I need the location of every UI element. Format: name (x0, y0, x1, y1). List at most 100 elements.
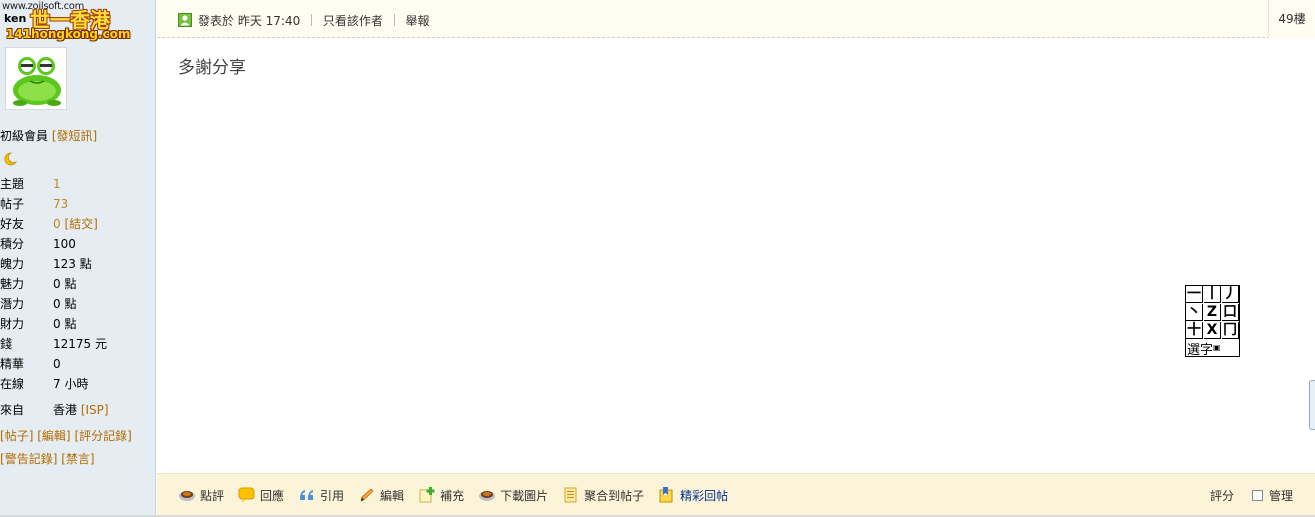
stat-value: 0 點 (53, 317, 77, 331)
username[interactable]: ken (4, 12, 26, 25)
coffee-icon (478, 487, 496, 503)
ime-stroke-grid: 一丨丿丶Z口十X冂 (1186, 286, 1239, 339)
user-sidebar: www.zoilsoft.com ken 世一香港 141hongkong.co… (0, 0, 156, 517)
action-8-button[interactable]: 精彩回帖 (658, 487, 728, 504)
stat-value: 0 點 (53, 297, 77, 311)
ime-stroke-key[interactable]: 丶 (1186, 304, 1203, 321)
coffee-icon (178, 487, 196, 503)
ime-stroke-key[interactable]: 丨 (1204, 286, 1221, 303)
stat-label: 積分 (0, 237, 25, 251)
ime-select-label[interactable]: 選字▣ (1187, 339, 1221, 359)
profile-link[interactable]: 評分記錄 (79, 429, 127, 443)
action-1-button[interactable]: 點評 (178, 487, 224, 504)
action-label: 回應 (260, 488, 285, 503)
stat-value: 100 (53, 237, 76, 251)
manage-checkbox[interactable] (1251, 490, 1263, 501)
stat-row: 魅力 0 點 (0, 274, 156, 294)
profile-links-row2: [警告記錄] [禁言] (0, 452, 95, 466)
stat-label: 潛力 (0, 297, 25, 311)
moon-icon (4, 152, 17, 166)
stat-row: 魄力 123 點 (0, 254, 156, 274)
profile-link[interactable]: 編輯 (42, 429, 66, 443)
action-5-button[interactable]: 補充 (418, 487, 464, 504)
action-label: 補充 (440, 488, 465, 503)
stat-label: 精華 (0, 357, 25, 371)
report-link[interactable]: 舉報 (406, 14, 430, 28)
stat-value: 123 點 (53, 257, 92, 271)
profile-link[interactable]: 禁言 (66, 452, 90, 466)
action-list: 點評 回應 引用 編輯 補充 下載圖片 聚合到帖子 精彩回帖 (178, 486, 742, 504)
stat-value: 香港 [ISP] (53, 403, 109, 417)
avatar[interactable] (5, 47, 67, 110)
stat-label: 魄力 (0, 257, 25, 271)
stat-row: 精華 0 (0, 354, 156, 374)
rate-button[interactable]: 評分 (1210, 487, 1234, 504)
ime-stroke-key[interactable]: Z (1204, 304, 1221, 321)
action-label: 聚合到帖子 (584, 488, 645, 503)
ime-stroke-key[interactable]: 十 (1186, 322, 1203, 339)
ime-stroke-key[interactable]: X (1204, 322, 1221, 339)
ime-stroke-key[interactable]: 丿 (1222, 286, 1239, 303)
ime-stroke-key[interactable]: 冂 (1222, 322, 1239, 339)
post-action-bar: 點評 回應 引用 編輯 補充 下載圖片 聚合到帖子 精彩回帖 評分 管理 (157, 473, 1315, 515)
stat-value[interactable]: 73 (53, 194, 68, 214)
action-label: 點評 (200, 488, 225, 503)
book-icon (658, 487, 676, 503)
frog-avatar-icon (13, 57, 61, 106)
stat-label: 主題 (0, 177, 25, 191)
right-actions: 評分 管理 (1210, 487, 1293, 504)
post-time: 發表於 昨天 17:40 (198, 14, 301, 28)
add-note-icon (418, 487, 436, 503)
action-label: 精彩回帖 (680, 488, 729, 503)
post-info: 發表於 昨天 17:40 只看該作者 舉報 (198, 12, 430, 29)
ime-stroke-key[interactable]: 口 (1222, 304, 1239, 321)
stat-value[interactable]: 0 [結交] (53, 214, 98, 234)
floor-number[interactable]: 49樓 (1268, 0, 1315, 38)
action-2-button[interactable]: 回應 (238, 487, 284, 504)
stat-row: 帖子 73 (0, 194, 156, 214)
action-7-button[interactable]: 聚合到帖子 (562, 487, 644, 504)
stat-extra-link[interactable]: ISP (86, 403, 104, 417)
member-rank-line: 初級會員 [發短訊] (0, 129, 98, 143)
profile-links-row1: [帖子] [編輯] [評分記錄] (0, 429, 132, 443)
action-4-button[interactable]: 編輯 (358, 487, 404, 504)
watermark-site: 141hongkong.com (6, 27, 131, 41)
stat-label: 財力 (0, 317, 25, 331)
site-watermark: www.zoilsoft.com ken 世一香港 141hongkong.co… (0, 0, 130, 44)
stat-label: 在線 (0, 377, 25, 391)
profile-link[interactable]: 警告記錄 (5, 452, 53, 466)
stat-label: 來自 (0, 403, 25, 417)
user-stats: 主題 1 帖子 73 好友 0 [結交] 積分 100 魄力 123 點魅力 0 點潛力 0 點財力 0… (0, 174, 156, 420)
stat-row: 來自 香港 [ISP] (0, 400, 156, 420)
stat-row: 潛力 0 點 (0, 294, 156, 314)
action-label: 下載圖片 (500, 488, 549, 503)
action-label: 引用 (320, 488, 345, 503)
action-3-button[interactable]: 引用 (298, 487, 344, 504)
stat-row: 好友 0 [結交] (0, 214, 156, 234)
profile-link[interactable]: 帖子 (5, 429, 29, 443)
stat-row: 主題 1 (0, 174, 156, 194)
action-label: 編輯 (380, 488, 405, 503)
stat-label: 帖子 (0, 197, 25, 211)
pencil-icon (358, 487, 376, 503)
quote-icon (298, 487, 316, 503)
document-icon (562, 487, 580, 503)
send-message-link[interactable]: 發短訊 (57, 129, 93, 143)
online-user-icon (178, 13, 192, 27)
ime-stroke-key[interactable]: 一 (1186, 286, 1203, 303)
stat-extra-link[interactable]: 結交 (69, 217, 93, 231)
stat-row: 在線 7 小時 (0, 374, 156, 394)
action-6-button[interactable]: 下載圖片 (478, 487, 548, 504)
stat-row: 錢 12175 元 (0, 334, 156, 354)
post-content: 多謝分享 (178, 58, 246, 78)
stat-label: 好友 (0, 217, 25, 231)
stat-row: 財力 0 點 (0, 314, 156, 334)
stat-value: 0 點 (53, 277, 77, 291)
side-scroll-tab[interactable] (1309, 380, 1315, 430)
stat-value[interactable]: 1 (53, 174, 61, 194)
post-header: 發表於 昨天 17:40 只看該作者 舉報 49樓 (157, 0, 1315, 38)
speech-bubble-icon (238, 487, 256, 503)
ime-widget[interactable]: 一丨丿丶Z口十X冂 選字▣ (1185, 285, 1240, 359)
author-only-link[interactable]: 只看該作者 (323, 14, 383, 28)
stat-value: 0 (53, 357, 61, 371)
